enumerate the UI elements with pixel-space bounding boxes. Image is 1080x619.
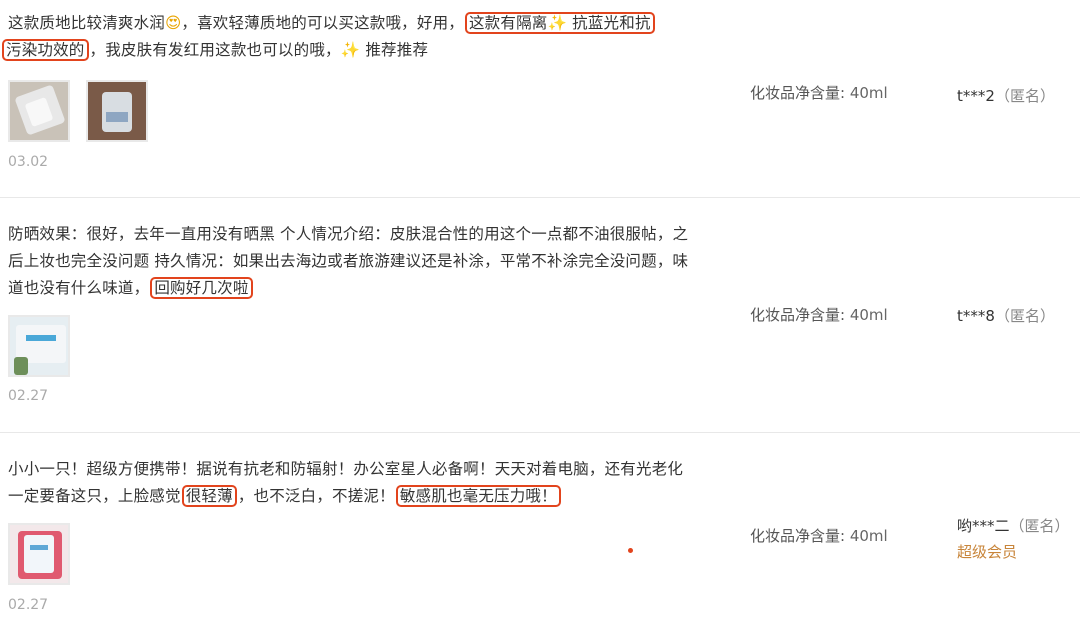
reviewer-name: 哟***二 xyxy=(957,517,1010,535)
sparkle-icon: ✨ xyxy=(340,41,361,59)
product-spec: 化妆品净含量: 40ml xyxy=(750,304,888,325)
review-date: 03.02 xyxy=(8,154,49,170)
decorative-dot xyxy=(628,548,633,553)
review-text-part: ，我皮肤有发红用这款也可以的哦， xyxy=(89,41,341,59)
spec-value: 40ml xyxy=(849,306,888,324)
review-date: 02.27 xyxy=(8,597,49,613)
product-spec: 化妆品净含量: 40ml xyxy=(750,525,888,546)
sparkle-icon: ✨ xyxy=(547,14,567,32)
reviewer: t***2（匿名） xyxy=(957,85,1055,106)
review-images xyxy=(8,80,148,142)
review-text-part: ，也不泛白，不搓泥！ xyxy=(237,487,395,505)
highlight-text: 抗蓝光和抗 xyxy=(572,14,651,32)
spec-label: 化妆品净含量: xyxy=(750,306,846,324)
review-divider xyxy=(0,432,1080,433)
vip-badge: 超级会员 xyxy=(957,543,1018,561)
review-image-thumbnail[interactable] xyxy=(8,523,70,585)
review-divider xyxy=(0,197,1080,198)
review-text: 这款质地比较清爽水润😍，喜欢轻薄质地的可以买这款哦，好用， 这款有隔离✨ 抗蓝光和… xyxy=(2,10,708,64)
review-image-thumbnail[interactable] xyxy=(8,80,70,142)
product-spec: 化妆品净含量: 40ml xyxy=(750,82,888,103)
review-image-thumbnail[interactable] xyxy=(86,80,148,142)
highlight-text: 很轻薄 xyxy=(185,487,233,505)
highlight-text: 这款有隔离 xyxy=(468,14,548,32)
reviewer: t***8（匿名） xyxy=(957,305,1055,326)
spec-value: 40ml xyxy=(849,527,888,545)
review-date: 02.27 xyxy=(8,388,49,404)
review-text-part: 推荐推荐 xyxy=(365,41,429,59)
heart-eyes-emoji-icon: 😍 xyxy=(165,14,182,32)
highlight-box: 敏感肌也毫无压力哦！ xyxy=(395,485,561,507)
review-text: 小小一只！超级方便携带！据说有抗老和防辐射！办公室星人必备啊！天天对着电脑，还有… xyxy=(8,456,698,510)
review-text: 防晒效果：很好，去年一直用没有晒黑 个人情况介绍：皮肤混合性的用这个一点都不油很… xyxy=(8,221,698,302)
spec-value: 40ml xyxy=(849,84,888,102)
highlight-text: 回购好几次啦 xyxy=(154,279,249,297)
spec-label: 化妆品净含量: xyxy=(750,527,846,545)
spec-label: 化妆品净含量: xyxy=(750,84,846,102)
anonymous-tag: （匿名） xyxy=(1009,517,1070,535)
review-images xyxy=(8,315,70,377)
reviewer-name: t***2 xyxy=(957,87,995,105)
reviewer-name: t***8 xyxy=(957,307,995,325)
anonymous-tag: （匿名） xyxy=(994,87,1055,105)
highlight-box: 污染功效的 xyxy=(2,39,89,61)
review-text-part: 防晒效果：很好，去年一直用没有晒黑 个人情况介绍：皮肤混合性的用这个一点都不油很… xyxy=(8,225,689,297)
highlight-text: 污染功效的 xyxy=(6,41,85,59)
review-text-part: ，喜欢轻薄质地的可以买这款哦，好用， xyxy=(181,14,464,32)
review-text-part: 这款质地比较清爽水润 xyxy=(8,14,166,32)
highlight-box: 很轻薄 xyxy=(181,485,237,507)
highlight-box: 回购好几次啦 xyxy=(150,277,253,299)
review-image-thumbnail[interactable] xyxy=(8,315,70,377)
highlight-box: 这款有隔离✨ 抗蓝光和抗 xyxy=(464,12,655,34)
highlight-text: 敏感肌也毫无压力哦！ xyxy=(399,487,557,505)
reviewer: 哟***二（匿名） xyxy=(957,515,1070,536)
anonymous-tag: （匿名） xyxy=(994,307,1055,325)
review-images xyxy=(8,523,70,585)
